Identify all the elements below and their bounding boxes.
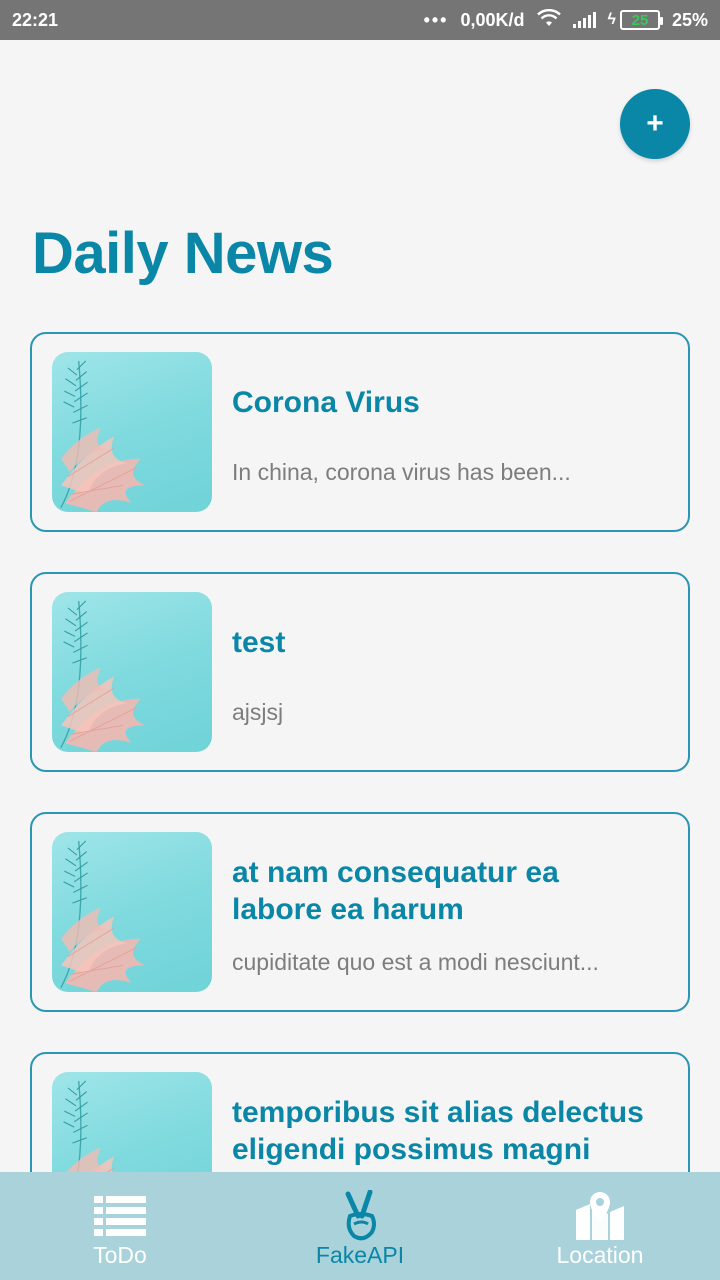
plus-icon: + xyxy=(646,107,664,140)
leaf-image xyxy=(60,360,147,512)
news-thumbnail xyxy=(52,352,212,512)
news-description: ajsjsj xyxy=(232,699,284,725)
nav-label: Location xyxy=(556,1242,644,1268)
network-speed: 0,00K/d xyxy=(460,9,525,30)
news-title: Corona Virus xyxy=(232,386,420,419)
list-icon xyxy=(94,1190,146,1242)
news-card[interactable]: at nam consequatur ea labore ea harum cu… xyxy=(30,812,690,1012)
news-title: temporibus sit alias delectus eligendi p… xyxy=(232,1096,644,1166)
news-description: In china, corona virus has been... xyxy=(232,459,571,485)
status-icons: ••• 0,00K/d ϟ 25 25% xyxy=(423,8,708,32)
more-dots-icon: ••• xyxy=(423,9,449,30)
status-bar: 22:21 ••• 0,00K/d ϟ 25 25% xyxy=(0,0,720,40)
nav-label: ToDo xyxy=(93,1242,147,1268)
add-news-button[interactable]: + xyxy=(620,89,690,159)
charging-icon: ϟ xyxy=(607,11,616,28)
signal-icon xyxy=(572,12,596,28)
nav-label: FakeAPI xyxy=(315,1242,405,1268)
news-card[interactable]: test ajsjsj xyxy=(30,572,690,772)
news-card[interactable]: Corona Virus In china, corona virus has … xyxy=(30,332,690,532)
news-thumbnail xyxy=(52,832,212,992)
status-time: 22:21 xyxy=(12,9,59,30)
news-description: cupiditate quo est a modi nesciunt... xyxy=(232,949,599,975)
leaf-image xyxy=(60,600,147,752)
leaf-image xyxy=(60,840,147,992)
battery-percent: 25% xyxy=(671,9,708,30)
news-title: test xyxy=(232,626,286,659)
nav-item-location[interactable]: Location xyxy=(480,1172,720,1280)
news-title: at nam consequatur ea labore ea harum xyxy=(232,856,559,926)
battery-icon: 25 xyxy=(619,10,663,30)
news-thumbnail xyxy=(52,592,212,752)
page-title: Daily News xyxy=(32,221,334,286)
nav-item-fakeapi[interactable]: FakeAPI xyxy=(240,1172,480,1280)
map-pin-icon xyxy=(574,1190,626,1242)
peace-hand-icon xyxy=(340,1190,380,1242)
nav-item-todo[interactable]: ToDo xyxy=(0,1172,240,1280)
wifi-icon xyxy=(536,8,561,32)
bottom-navigation: ToDo FakeAPI Location xyxy=(0,1172,720,1280)
battery-level: 25 xyxy=(631,11,649,29)
